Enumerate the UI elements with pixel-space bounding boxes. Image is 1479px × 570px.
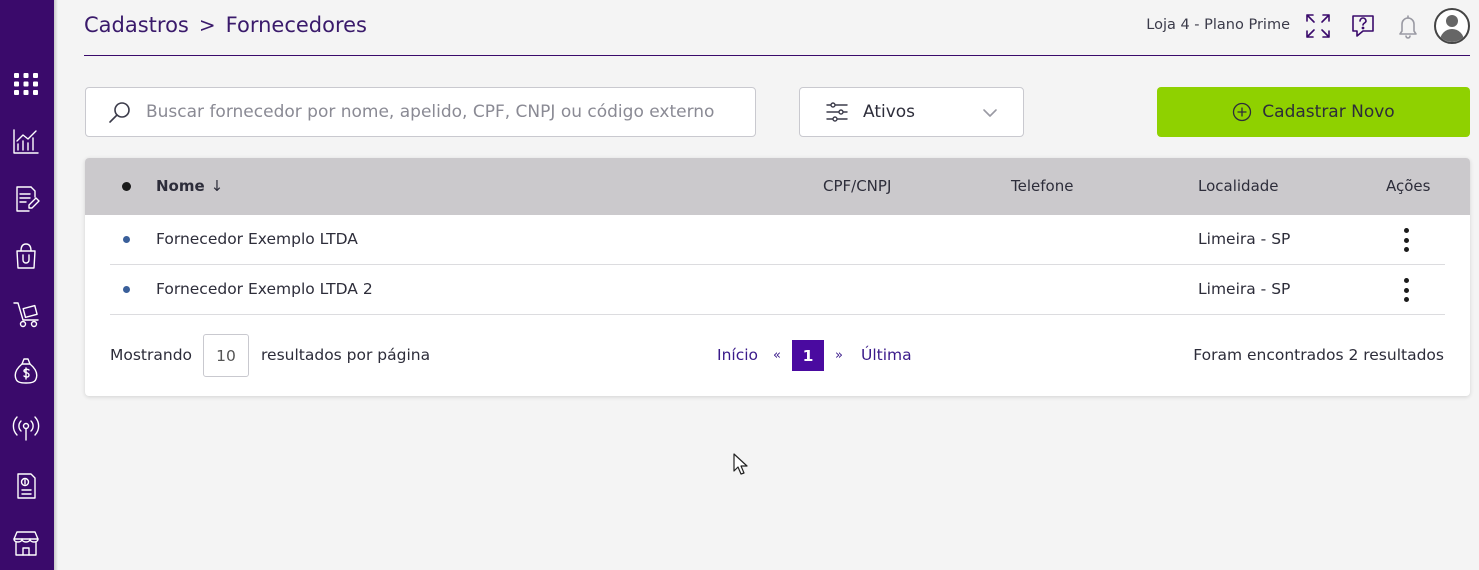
breadcrumb-separator: >: [198, 13, 216, 37]
suppliers-table: Nome ↓ CPF/CNPJ Telefone Localidade Ações…: [85, 158, 1470, 396]
user-avatar[interactable]: [1434, 8, 1470, 44]
plus-circle-icon: [1233, 102, 1252, 122]
sidebar: [0, 0, 58, 570]
header: Cadastros > Fornecedores Loja 4 - Plano …: [84, 0, 1470, 56]
shopping-bag-icon[interactable]: [9, 239, 43, 273]
column-header-location: Localidade: [1198, 177, 1279, 195]
chevron-down-icon: [983, 109, 997, 117]
per-page-select[interactable]: 10: [203, 334, 249, 377]
pagination-next[interactable]: »: [835, 348, 843, 363]
store-icon[interactable]: [9, 526, 43, 560]
per-page-suffix: resultados por página: [261, 346, 431, 364]
column-header-phone: Telefone: [1011, 177, 1074, 195]
breadcrumb-item-fornecedores: Fornecedores: [225, 13, 367, 37]
search-box: [85, 87, 756, 137]
table-row[interactable]: Fornecedor Exemplo LTDA Limeira - SP: [85, 215, 1470, 265]
status-column-dot: [122, 182, 131, 191]
mouse-cursor-icon: [733, 453, 748, 475]
search-icon: [109, 102, 130, 123]
receipt-icon[interactable]: [9, 469, 43, 503]
fullscreen-icon[interactable]: [1303, 11, 1333, 41]
pagination-first[interactable]: Início: [717, 346, 758, 364]
breadcrumb-item-cadastros[interactable]: Cadastros: [84, 13, 189, 37]
column-header-actions: Ações: [1386, 177, 1431, 195]
supplier-name: Fornecedor Exemplo LTDA: [156, 230, 358, 248]
supplier-location: Limeira - SP: [1198, 280, 1291, 298]
chart-icon[interactable]: [9, 124, 43, 158]
search-input[interactable]: [146, 102, 736, 122]
store-label: Loja 4 - Plano Prime: [1146, 17, 1290, 33]
help-icon[interactable]: [1348, 11, 1378, 41]
money-bag-icon[interactable]: [9, 354, 43, 388]
status-filter-select[interactable]: Ativos: [799, 87, 1024, 137]
showing-label: Mostrando: [110, 346, 193, 364]
table-footer: Mostrando 10 resultados por página Iníci…: [85, 334, 1470, 378]
notification-bell-icon[interactable]: [1393, 11, 1423, 41]
apps-grid-icon[interactable]: [9, 67, 43, 101]
filter-value: Ativos: [863, 102, 916, 122]
column-header-name[interactable]: Nome ↓: [156, 177, 223, 195]
row-actions-menu-icon[interactable]: [1396, 227, 1416, 253]
document-edit-icon[interactable]: [9, 182, 43, 216]
antenna-icon[interactable]: [9, 411, 43, 445]
sort-arrow-icon: ↓: [210, 177, 224, 195]
pagination-current-page[interactable]: 1: [792, 340, 824, 371]
filter-sliders-icon: [826, 102, 848, 122]
results-count: Foram encontrados 2 resultados: [1193, 346, 1444, 364]
pagination-prev[interactable]: «: [773, 348, 781, 363]
status-dot: [123, 236, 130, 243]
table-row[interactable]: Fornecedor Exemplo LTDA 2 Limeira - SP: [85, 265, 1470, 315]
add-supplier-label: Cadastrar Novo: [1262, 102, 1395, 122]
supplier-location: Limeira - SP: [1198, 230, 1291, 248]
breadcrumb: Cadastros > Fornecedores: [84, 13, 367, 37]
column-header-document: CPF/CNPJ: [823, 177, 892, 195]
status-dot: [123, 286, 130, 293]
supplier-name: Fornecedor Exemplo LTDA 2: [156, 280, 373, 298]
hand-truck-icon[interactable]: [9, 297, 43, 331]
add-supplier-button[interactable]: Cadastrar Novo: [1157, 87, 1470, 137]
row-divider: [110, 314, 1445, 315]
pagination-last[interactable]: Última: [861, 346, 912, 364]
column-name-label: Nome: [156, 177, 205, 195]
row-actions-menu-icon[interactable]: [1396, 277, 1416, 303]
table-header: Nome ↓ CPF/CNPJ Telefone Localidade Ações: [85, 158, 1470, 215]
